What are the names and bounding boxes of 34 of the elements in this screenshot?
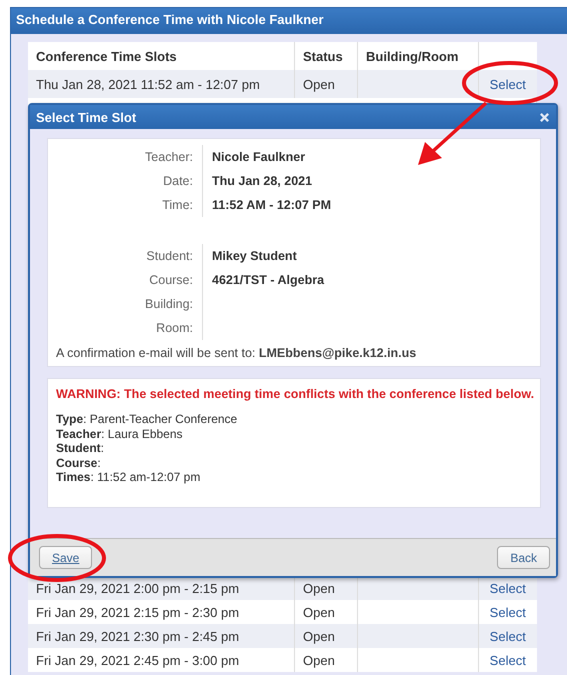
field-value: 4621/TST - Algebra	[211, 273, 324, 287]
field-label: Time:	[56, 193, 203, 217]
table-cell: Open	[294, 70, 358, 98]
field-label: Student:	[56, 244, 203, 268]
warning-text: WARNING: The selected meeting time conflicts with the conference listed below.	[56, 387, 532, 401]
field-value: Nicole Faulkner	[211, 150, 306, 164]
conflict-detail: Times: 11:52 am-12:07 pm	[56, 470, 202, 484]
select-link[interactable]: Select	[490, 604, 526, 620]
table-cell: Open	[294, 576, 358, 600]
select-link[interactable]: Select	[490, 652, 526, 668]
table-cell: Thu Jan 28, 2021 11:52 am - 12:07 pm	[28, 70, 294, 98]
field-value: Thu Jan 28, 2021	[211, 174, 312, 188]
table-cell: Fri Jan 29, 2021 2:45 pm - 3:00 pm	[28, 648, 294, 672]
close-icon[interactable]	[539, 112, 550, 122]
dialog-title: Select Time Slot	[36, 110, 136, 124]
window-title: Schedule a Conference Time with Nicole Faulkner	[11, 8, 567, 34]
conflict-detail: Course:	[56, 456, 102, 470]
field-label: Course:	[56, 268, 203, 292]
table-cell: Fri Jan 29, 2021 2:30 pm - 2:45 pm	[28, 624, 294, 648]
save-button[interactable]: Save	[39, 546, 92, 569]
field-label: Date:	[56, 169, 203, 193]
conflict-detail: Teacher: Laura Ebbens	[56, 426, 184, 441]
field-label: Room:	[56, 316, 203, 340]
field-value: 11:52 AM - 12:07 PM	[211, 198, 332, 212]
confirmation-text: A confirmation e-mail will be sent to: LMEbbens@pike.k12.in.us	[56, 346, 418, 360]
table-cell: Open	[294, 624, 358, 648]
field-label: Teacher:	[56, 145, 203, 169]
annotation-arrow	[418, 102, 488, 165]
back-button[interactable]: Back	[497, 546, 550, 569]
field-value: Mikey Student	[211, 249, 297, 263]
conflict-detail: Type: Parent-Teacher Conference	[56, 412, 238, 426]
conflict-detail: Student:	[56, 441, 106, 456]
field-label: Building:	[56, 292, 203, 316]
table-cell: Open	[294, 648, 358, 672]
